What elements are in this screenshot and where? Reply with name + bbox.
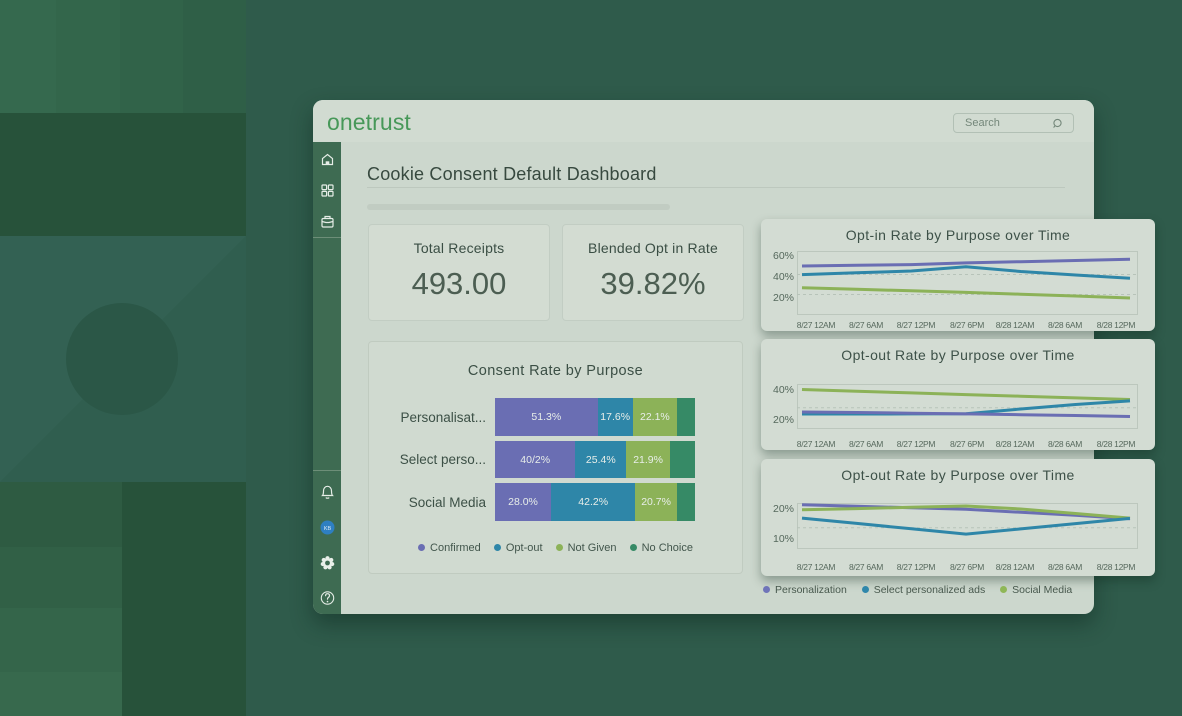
svg-text:8/27 12PM: 8/27 12PM xyxy=(897,320,936,330)
svg-text:10%: 10% xyxy=(773,533,794,545)
svg-text:8/28 12PM: 8/28 12PM xyxy=(1097,320,1136,330)
svg-text:40%: 40% xyxy=(773,271,794,283)
svg-text:40%: 40% xyxy=(773,384,794,396)
svg-text:8/28 12AM: 8/28 12AM xyxy=(996,439,1035,449)
svg-text:8/27 12PM: 8/27 12PM xyxy=(897,562,936,572)
svg-text:8/27 6AM: 8/27 6AM xyxy=(849,320,883,330)
svg-text:8/27 12PM: 8/27 12PM xyxy=(897,439,936,449)
svg-text:8/28 12PM: 8/28 12PM xyxy=(1097,562,1136,572)
svg-text:20%: 20% xyxy=(773,503,794,515)
svg-text:20%: 20% xyxy=(773,414,794,426)
svg-text:8/27 12AM: 8/27 12AM xyxy=(797,439,836,449)
svg-text:8/28 6AM: 8/28 6AM xyxy=(1048,562,1082,572)
svg-text:8/28 12AM: 8/28 12AM xyxy=(996,562,1035,572)
svg-text:20%: 20% xyxy=(773,292,794,304)
svg-text:8/27 6PM: 8/27 6PM xyxy=(950,320,984,330)
svg-text:KB: KB xyxy=(324,526,332,532)
svg-text:8/27 6AM: 8/27 6AM xyxy=(849,562,883,572)
svg-text:8/28 12AM: 8/28 12AM xyxy=(996,320,1035,330)
svg-text:8/27 6PM: 8/27 6PM xyxy=(950,562,984,572)
svg-text:8/28 6AM: 8/28 6AM xyxy=(1048,320,1082,330)
svg-text:8/28 12PM: 8/28 12PM xyxy=(1097,439,1136,449)
svg-text:8/27 12AM: 8/27 12AM xyxy=(797,562,836,572)
svg-text:8/27 6AM: 8/27 6AM xyxy=(849,439,883,449)
svg-text:60%: 60% xyxy=(773,250,794,262)
svg-text:8/27 12AM: 8/27 12AM xyxy=(797,320,836,330)
svg-text:8/27 6PM: 8/27 6PM xyxy=(950,439,984,449)
svg-text:8/28 6AM: 8/28 6AM xyxy=(1048,439,1082,449)
